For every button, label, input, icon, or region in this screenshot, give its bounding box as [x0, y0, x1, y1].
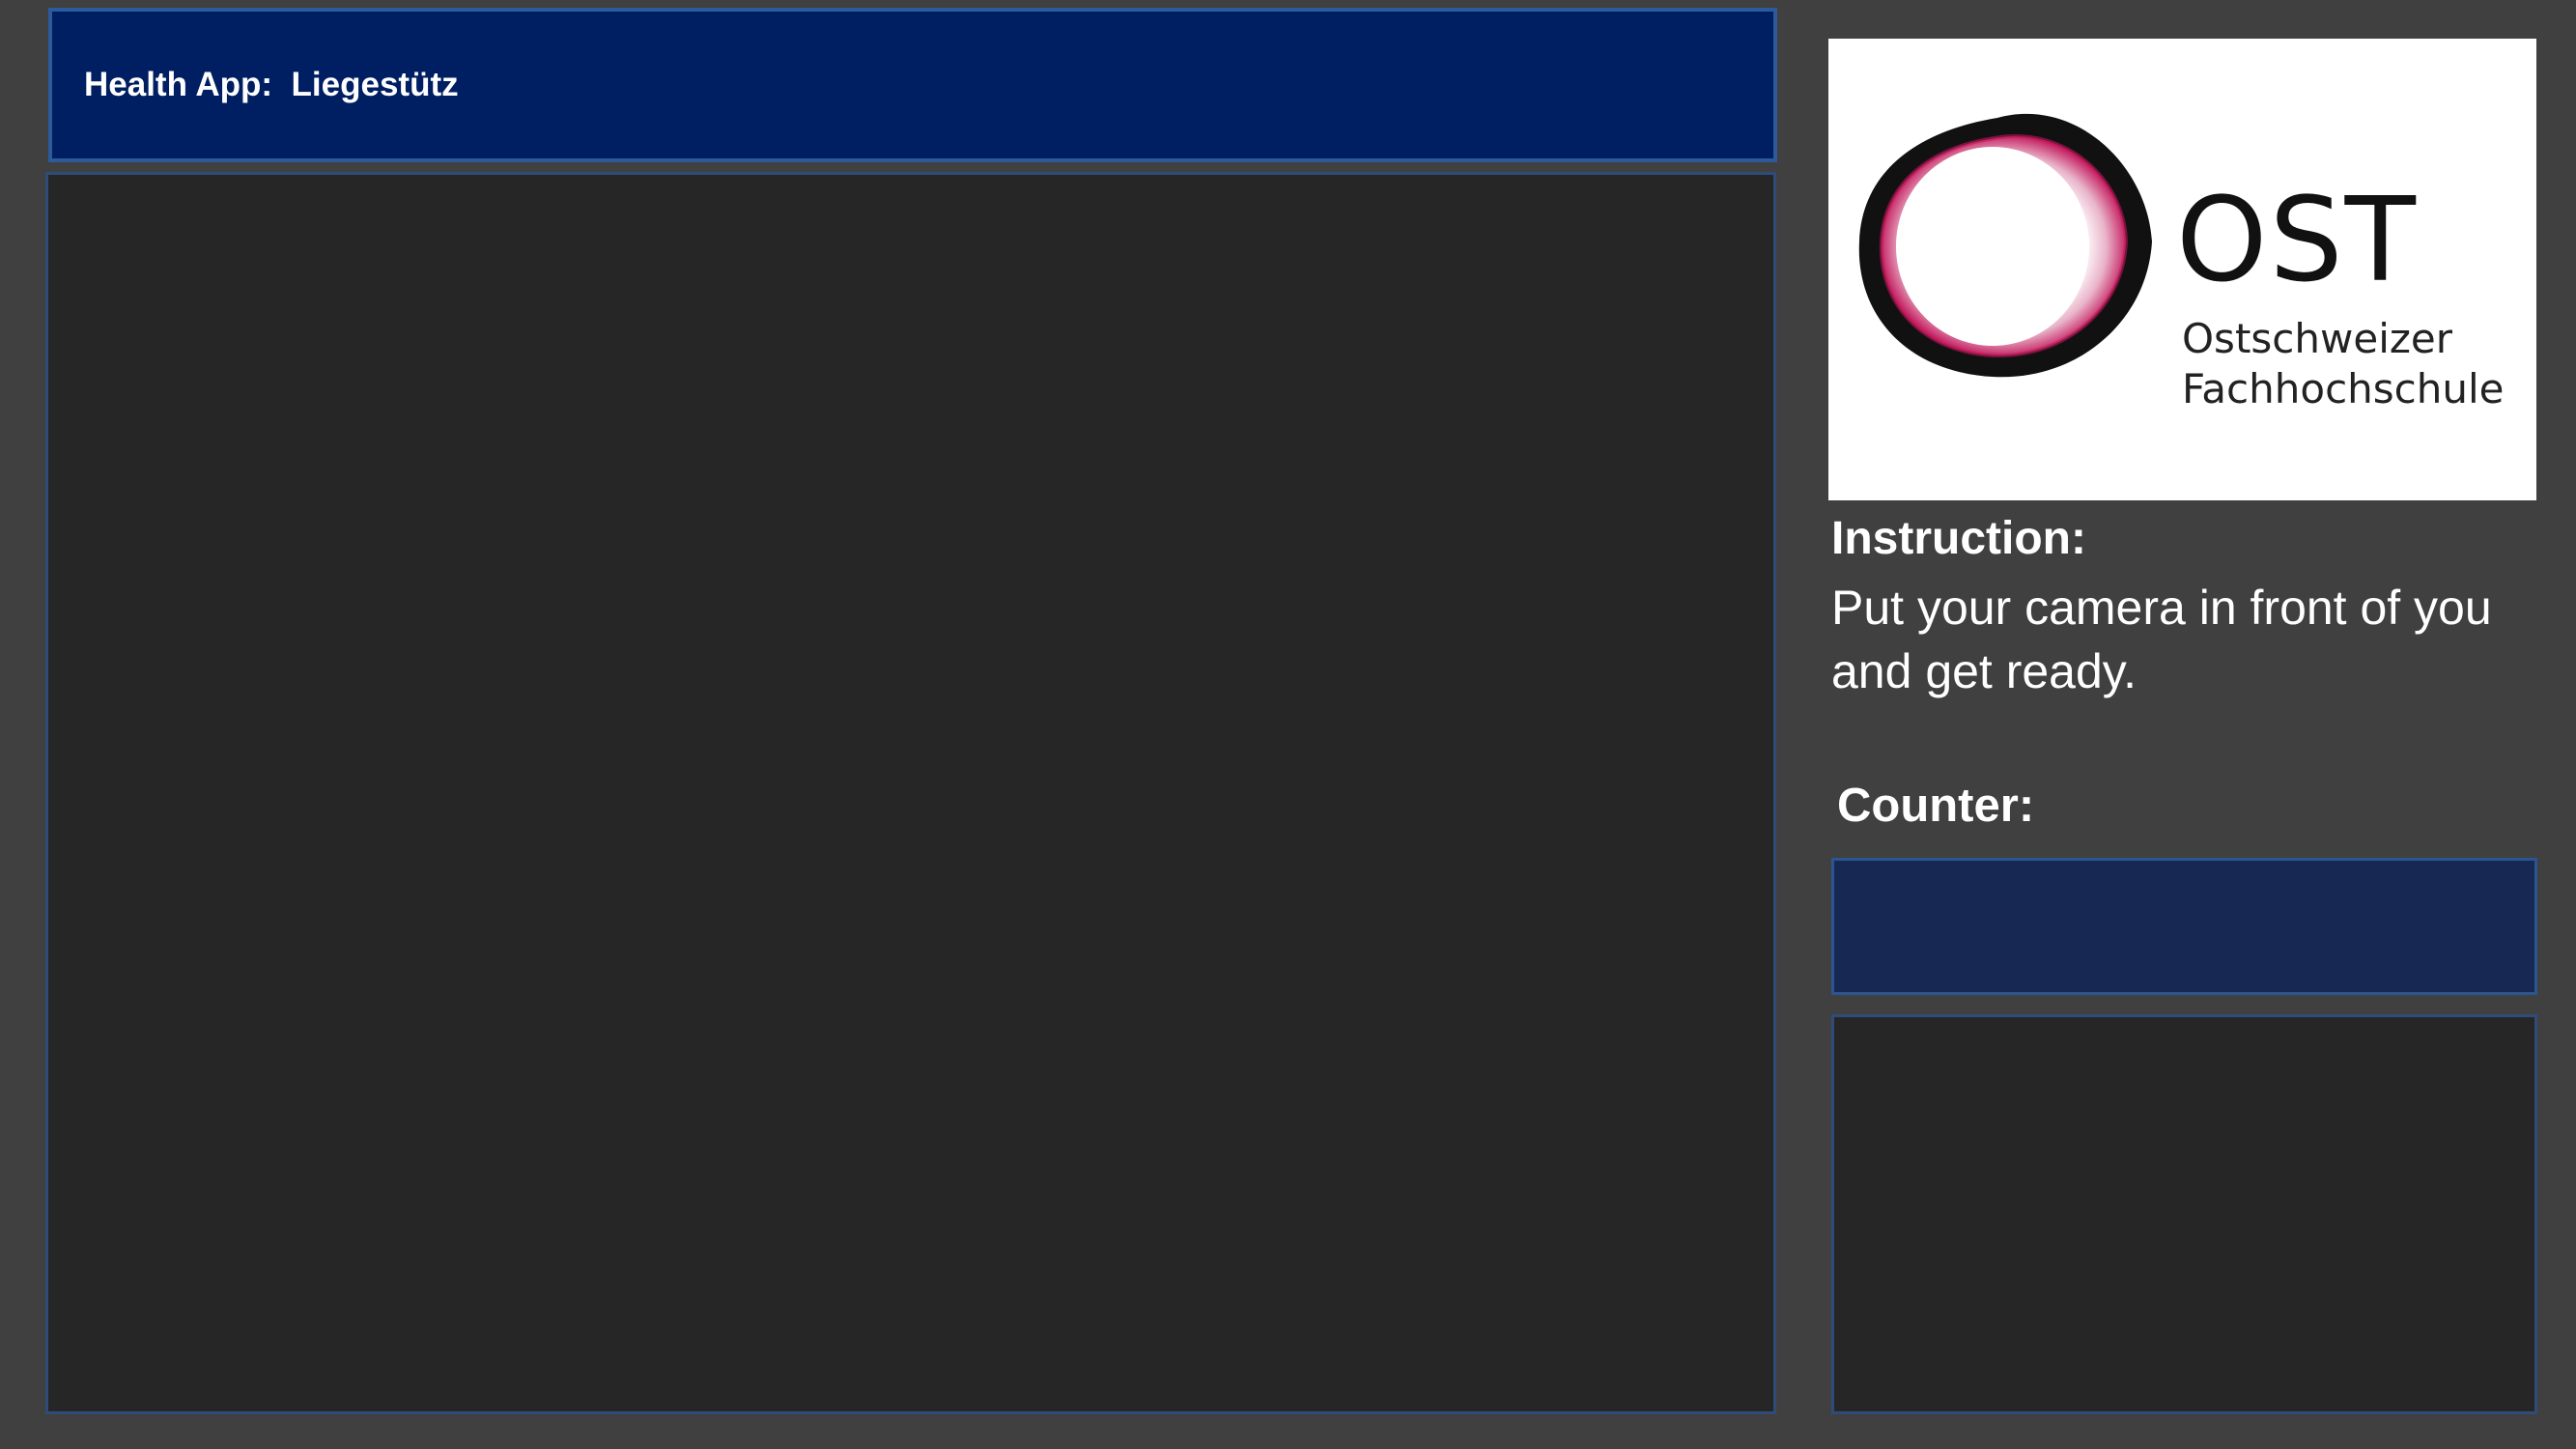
- camera-view: [45, 172, 1776, 1414]
- counter-heading: Counter:: [1837, 780, 2035, 832]
- logo-subtitle-line-2: Fachhochschule: [2182, 365, 2505, 412]
- ost-logo: OST Ostschweizer Fachhochschule: [1828, 39, 2536, 500]
- logo-text-subtitle: Ostschweizer Fachhochschule: [2182, 314, 2505, 414]
- app-title: Health App: Liegestütz: [84, 66, 459, 103]
- logo-subtitle-line-1: Ostschweizer: [2182, 315, 2453, 362]
- counter-display: [1831, 858, 2537, 995]
- instruction-text: Put your camera in front of you and get …: [1831, 581, 2492, 698]
- app-header: Health App: Liegestütz: [48, 8, 1777, 162]
- logo-text-ost: OST: [2176, 174, 2418, 308]
- instruction-heading: Instruction:: [1831, 513, 2086, 564]
- preview-panel: [1831, 1014, 2537, 1414]
